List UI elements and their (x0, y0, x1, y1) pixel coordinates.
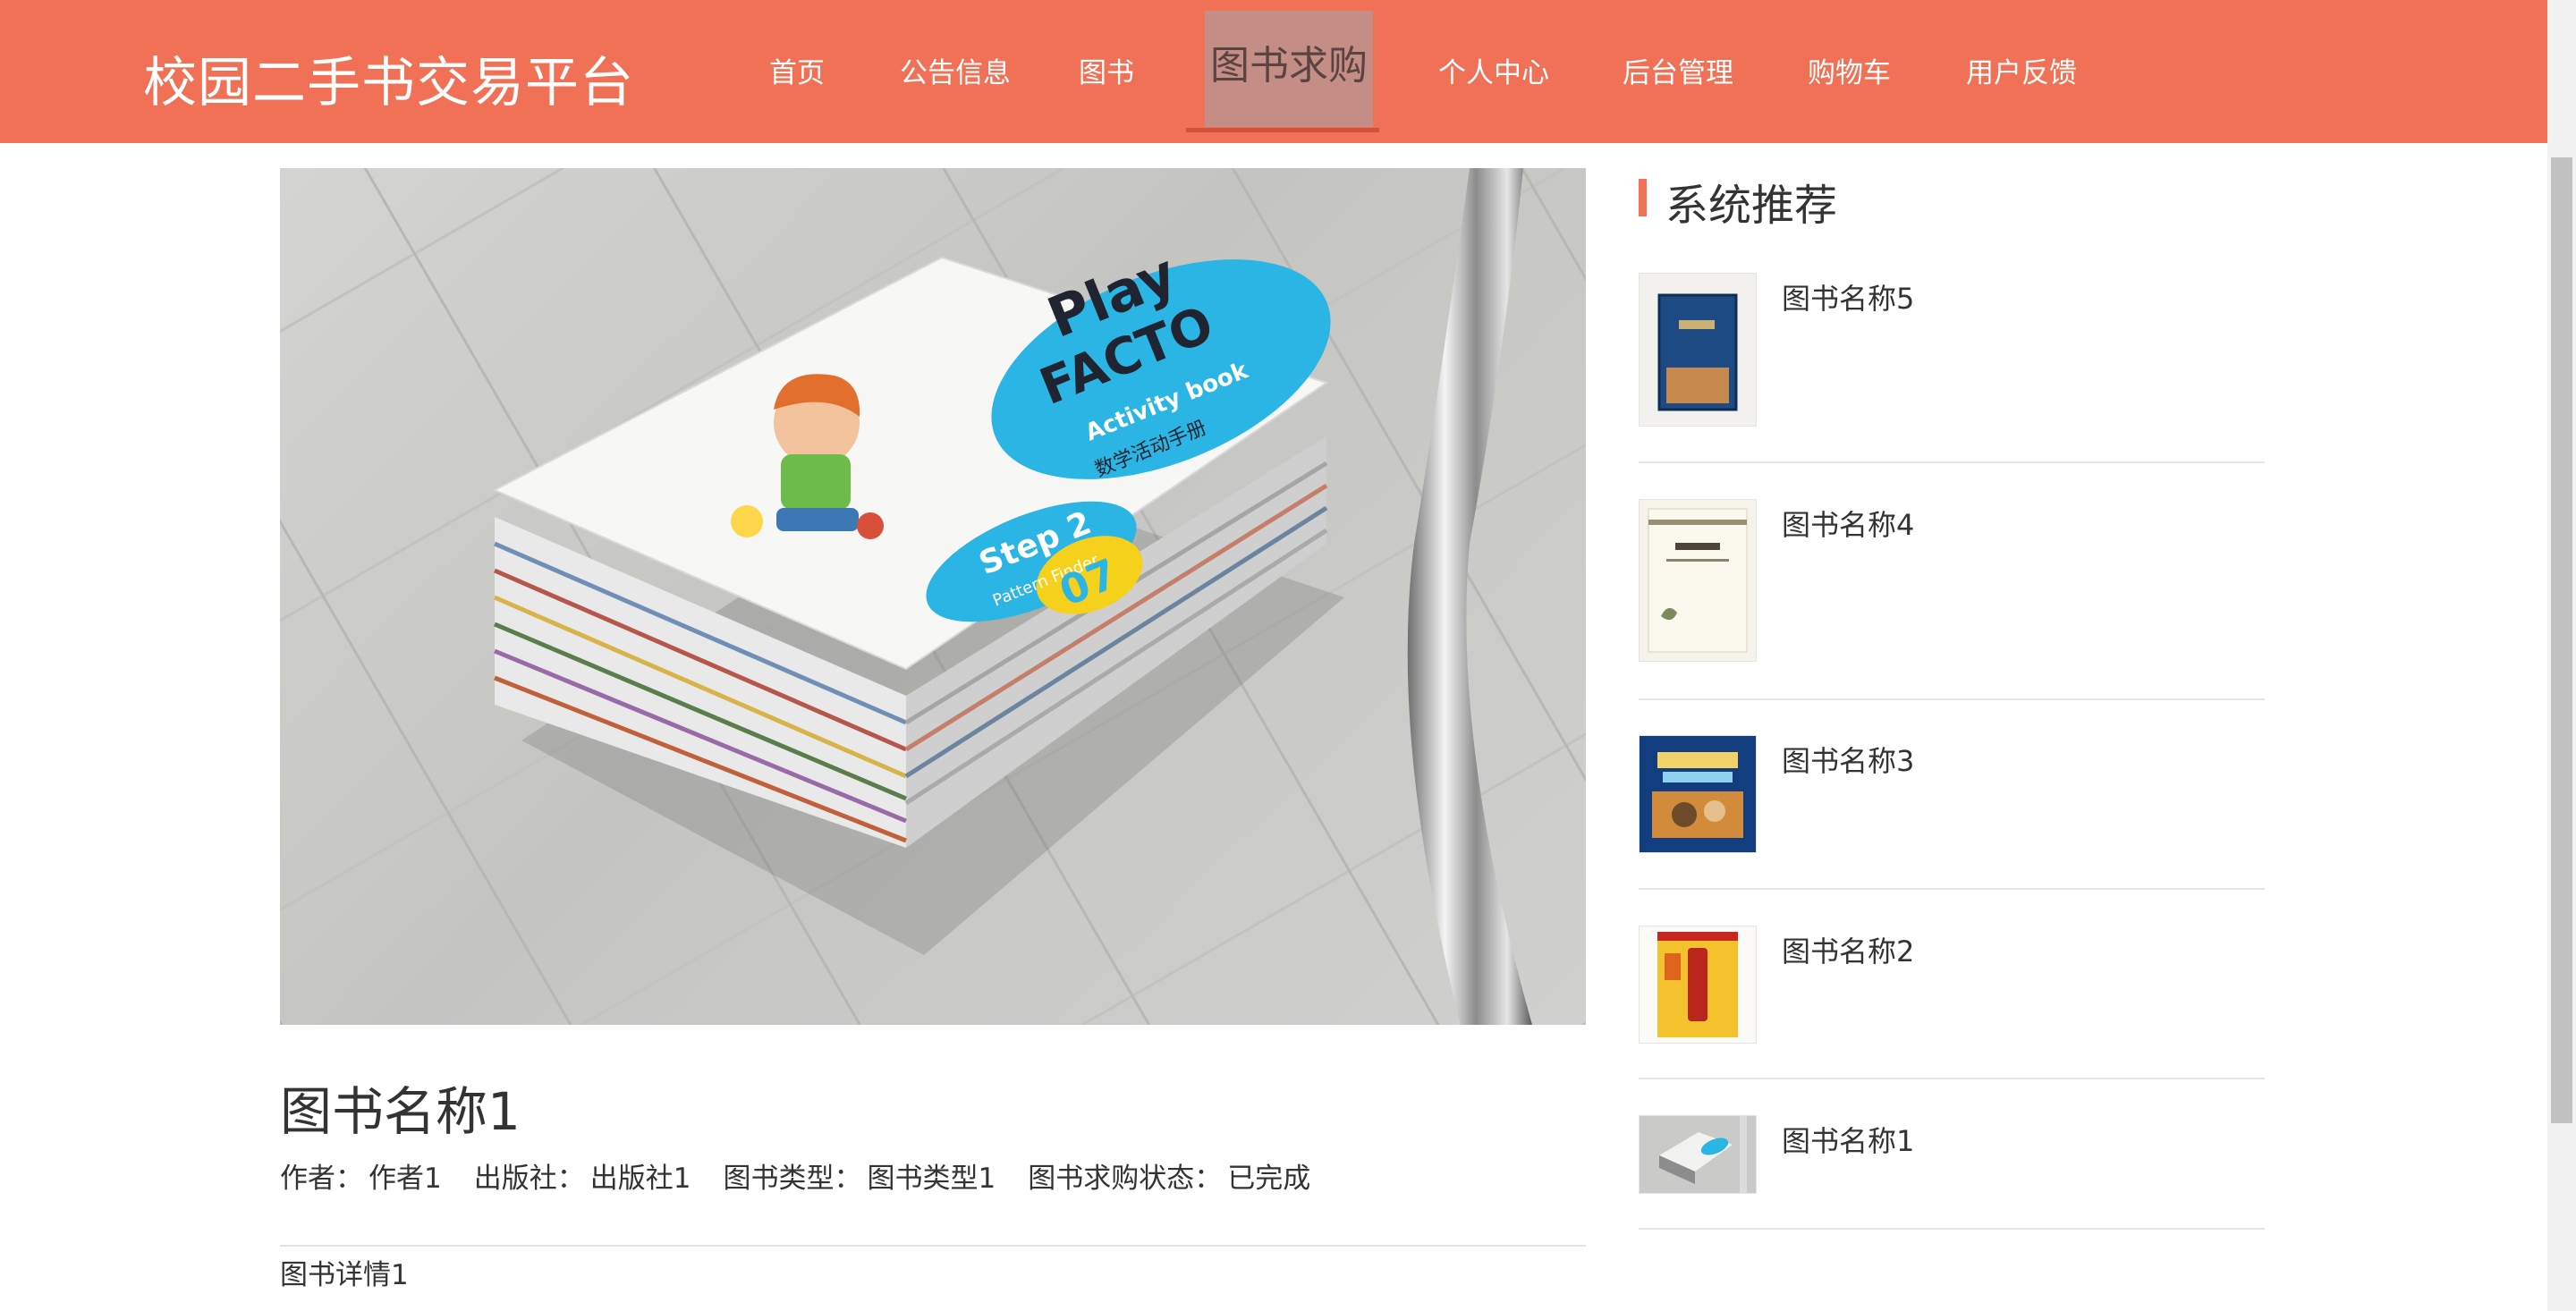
magazine-stack (492, 256, 1344, 955)
author-value: 作者1 (369, 1163, 442, 1195)
nav-book-requests[interactable]: 图书求购 (1205, 11, 1373, 127)
site-logo[interactable]: 校园二手书交易平台 (143, 39, 634, 117)
type-value: 图书类型1 (867, 1163, 996, 1195)
list-divider (1639, 698, 2265, 700)
status-value: 已完成 (1227, 1163, 1311, 1195)
publisher-label: 出版社： (473, 1163, 585, 1195)
book-stack-illustration: Play FACTO Activity book 数学活动手册 Step 2 P… (492, 168, 1532, 1025)
list-divider (1639, 1078, 2265, 1079)
book-details-text: 图书详情1 (280, 1259, 409, 1291)
nav-personal-center[interactable]: 个人中心 (1438, 0, 1549, 143)
recommend-item-name[interactable]: 图书名称3 (1782, 739, 1914, 780)
detail-divider (280, 1245, 1586, 1247)
nav-books[interactable]: 图书 (1079, 0, 1134, 143)
chrome-chair-leg (1407, 168, 1532, 1025)
publisher-value: 出版社1 (589, 1163, 691, 1195)
recommend-item-name[interactable]: 图书名称2 (1782, 929, 1914, 970)
book-cover-icon[interactable] (1639, 273, 1757, 427)
recommend-item-name[interactable]: 图书名称1 (1782, 1119, 1914, 1160)
scrollbar-thumb[interactable] (2551, 157, 2572, 1123)
author-label: 作者： (280, 1163, 363, 1195)
type-label: 图书类型： (723, 1163, 862, 1195)
book-meta-line: 作者： 作者1 出版社： 出版社1 图书类型： 图书类型1 图书求购状态： 已完成 (280, 1155, 1343, 1196)
page-scrollbar[interactable] (2547, 0, 2576, 1311)
nav-admin[interactable]: 后台管理 (1623, 0, 1733, 143)
book-cover-icon[interactable] (1639, 735, 1757, 853)
top-navbar: 校园二手书交易平台 首页 公告信息 图书 图书求购 个人中心 后台管理 购物车 … (0, 0, 2547, 143)
list-divider (1639, 888, 2265, 890)
nav-home[interactable]: 首页 (769, 0, 825, 143)
section-accent-bar (1639, 179, 1647, 216)
status-label: 图书求购状态： (1028, 1163, 1223, 1195)
recommend-item-name[interactable]: 图书名称5 (1782, 276, 1914, 317)
active-nav-underline (1186, 128, 1379, 132)
recommend-title: 系统推荐 (1665, 181, 1838, 231)
list-divider (1639, 461, 2265, 463)
list-divider (1639, 1228, 2265, 1230)
nav-announcements[interactable]: 公告信息 (900, 0, 1011, 143)
nav-feedback[interactable]: 用户反馈 (1966, 0, 2077, 143)
nav-cart[interactable]: 购物车 (1808, 0, 1891, 143)
book-cover-icon[interactable] (1639, 1115, 1757, 1194)
book-cover-icon[interactable] (1639, 499, 1757, 662)
book-cover-image: Play FACTO Activity book 数学活动手册 Step 2 P… (280, 168, 1586, 1025)
book-title: 图书名称1 (280, 1081, 521, 1142)
book-cover-icon[interactable] (1639, 926, 1757, 1044)
recommend-item-name[interactable]: 图书名称4 (1782, 503, 1914, 544)
